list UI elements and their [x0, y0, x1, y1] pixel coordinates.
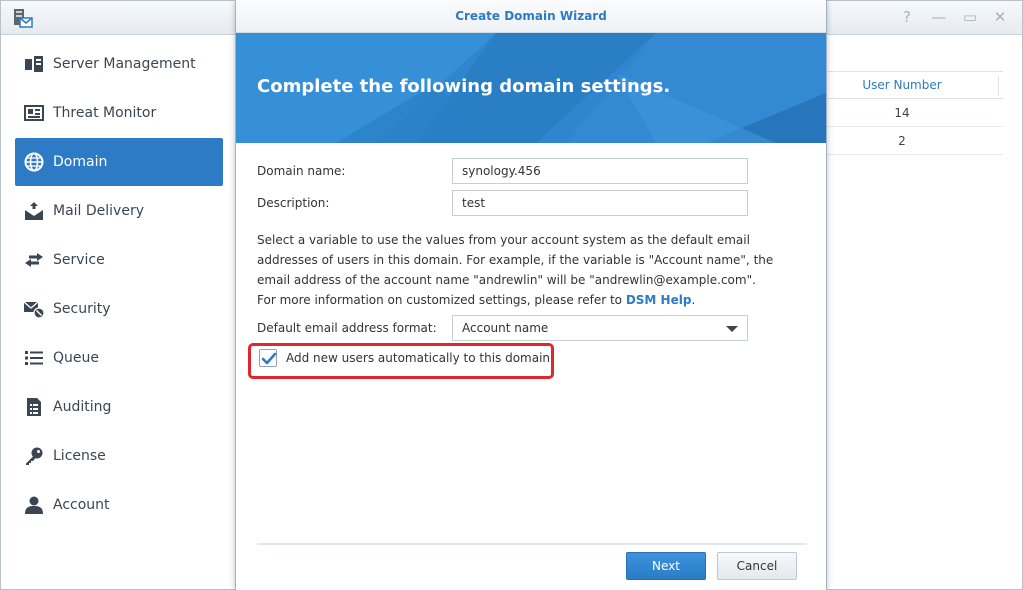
- sidebar-item-queue[interactable]: Queue: [15, 334, 223, 382]
- minimize-icon[interactable]: —: [930, 8, 948, 26]
- user-icon: [23, 494, 45, 516]
- mail-delivery-icon: [23, 200, 45, 222]
- threat-monitor-icon: [23, 102, 45, 124]
- help-icon[interactable]: ?: [898, 8, 916, 26]
- sidebar-item-threat-monitor[interactable]: Threat Monitor: [15, 89, 223, 137]
- dsm-help-link[interactable]: DSM Help: [626, 293, 692, 307]
- create-domain-wizard: Create Domain Wizard Complete the follow…: [235, 0, 827, 590]
- sidebar-item-label: License: [53, 448, 106, 464]
- wizard-banner: Complete the following domain settings.: [236, 33, 826, 143]
- key-icon: [23, 445, 45, 467]
- auto-add-users-checkbox[interactable]: [259, 349, 277, 367]
- globe-icon: [23, 151, 45, 173]
- maximize-icon[interactable]: ▭: [961, 8, 979, 26]
- sidebar-item-label: Account: [53, 497, 110, 513]
- sidebar: Server Management Threat Monitor Domain …: [1, 35, 235, 589]
- arrows-exchange-icon: [23, 249, 45, 271]
- next-button[interactable]: Next: [626, 552, 706, 580]
- sidebar-item-label: Auditing: [53, 399, 112, 415]
- close-icon[interactable]: ✕: [991, 8, 1009, 26]
- sidebar-item-label: Threat Monitor: [53, 105, 157, 121]
- server-management-icon: [23, 53, 45, 75]
- sidebar-item-label: Security: [53, 301, 111, 317]
- sidebar-item-account[interactable]: Account: [15, 481, 223, 529]
- auto-add-users-label[interactable]: Add new users automatically to this doma…: [286, 351, 550, 365]
- description-label: Description:: [257, 196, 330, 210]
- sidebar-item-mail-delivery[interactable]: Mail Delivery: [15, 187, 223, 235]
- email-format-label: Default email address format:: [257, 321, 437, 335]
- user-number-table: User Number 14 2: [827, 71, 1003, 155]
- help-text: Select a variable to use the values from…: [257, 230, 777, 310]
- description-input[interactable]: test: [452, 190, 748, 216]
- wizard-title: Create Domain Wizard: [236, 0, 826, 33]
- sidebar-item-security[interactable]: Security: [15, 285, 223, 333]
- sidebar-item-label: Server Management: [53, 56, 196, 72]
- email-format-value: Account name: [462, 321, 549, 335]
- sidebar-item-license[interactable]: License: [15, 432, 223, 480]
- sidebar-item-service[interactable]: Service: [15, 236, 223, 284]
- email-format-select[interactable]: Account name: [452, 315, 748, 341]
- table-cell[interactable]: 2: [827, 127, 1003, 155]
- sidebar-item-server-management[interactable]: Server Management: [15, 40, 223, 88]
- sidebar-item-domain[interactable]: Domain: [15, 138, 223, 186]
- help-text-end: .: [691, 293, 696, 307]
- sidebar-item-label: Domain: [53, 154, 108, 170]
- banner-title: Complete the following domain settings.: [257, 76, 671, 97]
- security-icon: [23, 298, 45, 320]
- sidebar-item-auditing[interactable]: Auditing: [15, 383, 223, 431]
- sidebar-item-label: Service: [53, 252, 105, 268]
- column-header-user-number[interactable]: User Number: [827, 71, 1003, 99]
- domain-name-label: Domain name:: [257, 164, 346, 178]
- auditing-icon: [23, 396, 45, 418]
- checkmark-icon: [261, 352, 277, 365]
- table-cell[interactable]: 14: [827, 99, 1003, 127]
- sidebar-item-label: Mail Delivery: [53, 203, 144, 219]
- help-text-body: Select a variable to use the values from…: [257, 233, 774, 307]
- sidebar-item-label: Queue: [53, 350, 99, 366]
- domain-name-input[interactable]: synology.456: [452, 158, 748, 184]
- queue-list-icon: [23, 347, 45, 369]
- cancel-button[interactable]: Cancel: [717, 552, 797, 580]
- chevron-down-icon[interactable]: [726, 326, 738, 332]
- footer-divider: [257, 543, 807, 545]
- mail-server-app-icon: [14, 9, 33, 28]
